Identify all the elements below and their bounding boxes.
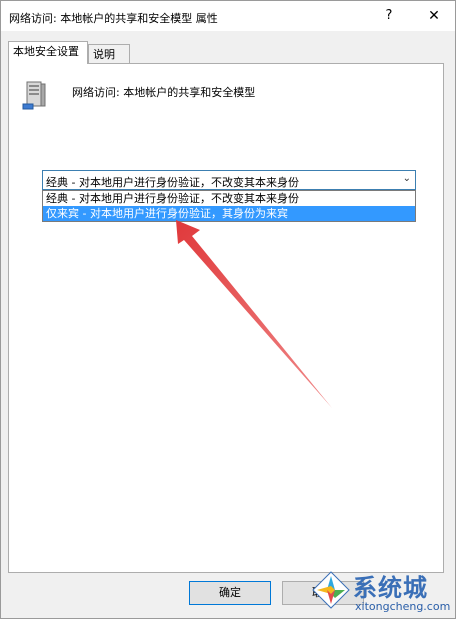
select-dropdown-list: 经典 - 对本地用户进行身份验证，不改变其本来身份 仅来宾 - 对本地用户进行身… (42, 190, 416, 222)
option-classic[interactable]: 经典 - 对本地用户进行身份验证，不改变其本来身份 (43, 191, 415, 206)
watermark-url: xitongcheng.com (355, 600, 451, 613)
watermark: 系统城 xitongcheng.com (309, 566, 455, 618)
title-bar: 网络访问: 本地帐户的共享和安全模型 属性 ? ✕ (1, 1, 455, 31)
security-model-select[interactable]: 经典 - 对本地用户进行身份验证，不改变其本来身份 ⌄ (42, 170, 416, 190)
server-icon (22, 81, 46, 110)
tab-local-security-setting[interactable]: 本地安全设置 (8, 41, 88, 64)
option-guest-only[interactable]: 仅来宾 - 对本地用户进行身份验证，其身份为来宾 (43, 206, 415, 221)
tab-explain[interactable]: 说明 (88, 44, 130, 64)
watermark-logo-icon (312, 571, 350, 609)
properties-dialog: 网络访问: 本地帐户的共享和安全模型 属性 ? ✕ 本地安全设置 说明 网络访问… (0, 0, 456, 619)
help-button[interactable]: ? (379, 7, 399, 25)
tab-panel: 网络访问: 本地帐户的共享和安全模型 经典 - 对本地用户进行身份验证，不改变其… (8, 63, 444, 573)
watermark-name: 系统城 (353, 574, 428, 602)
chevron-down-icon[interactable]: ⌄ (403, 173, 411, 184)
policy-name: 网络访问: 本地帐户的共享和安全模型 (72, 86, 256, 99)
select-value: 经典 - 对本地用户进行身份验证，不改变其本来身份 (46, 176, 299, 189)
dialog-client-area: 本地安全设置 说明 网络访问: 本地帐户的共享和安全模型 经典 - 对本地用户进… (1, 31, 455, 618)
ok-button[interactable]: 确定 (189, 581, 271, 605)
window-title: 网络访问: 本地帐户的共享和安全模型 属性 (9, 12, 218, 25)
close-button[interactable]: ✕ (421, 7, 447, 25)
